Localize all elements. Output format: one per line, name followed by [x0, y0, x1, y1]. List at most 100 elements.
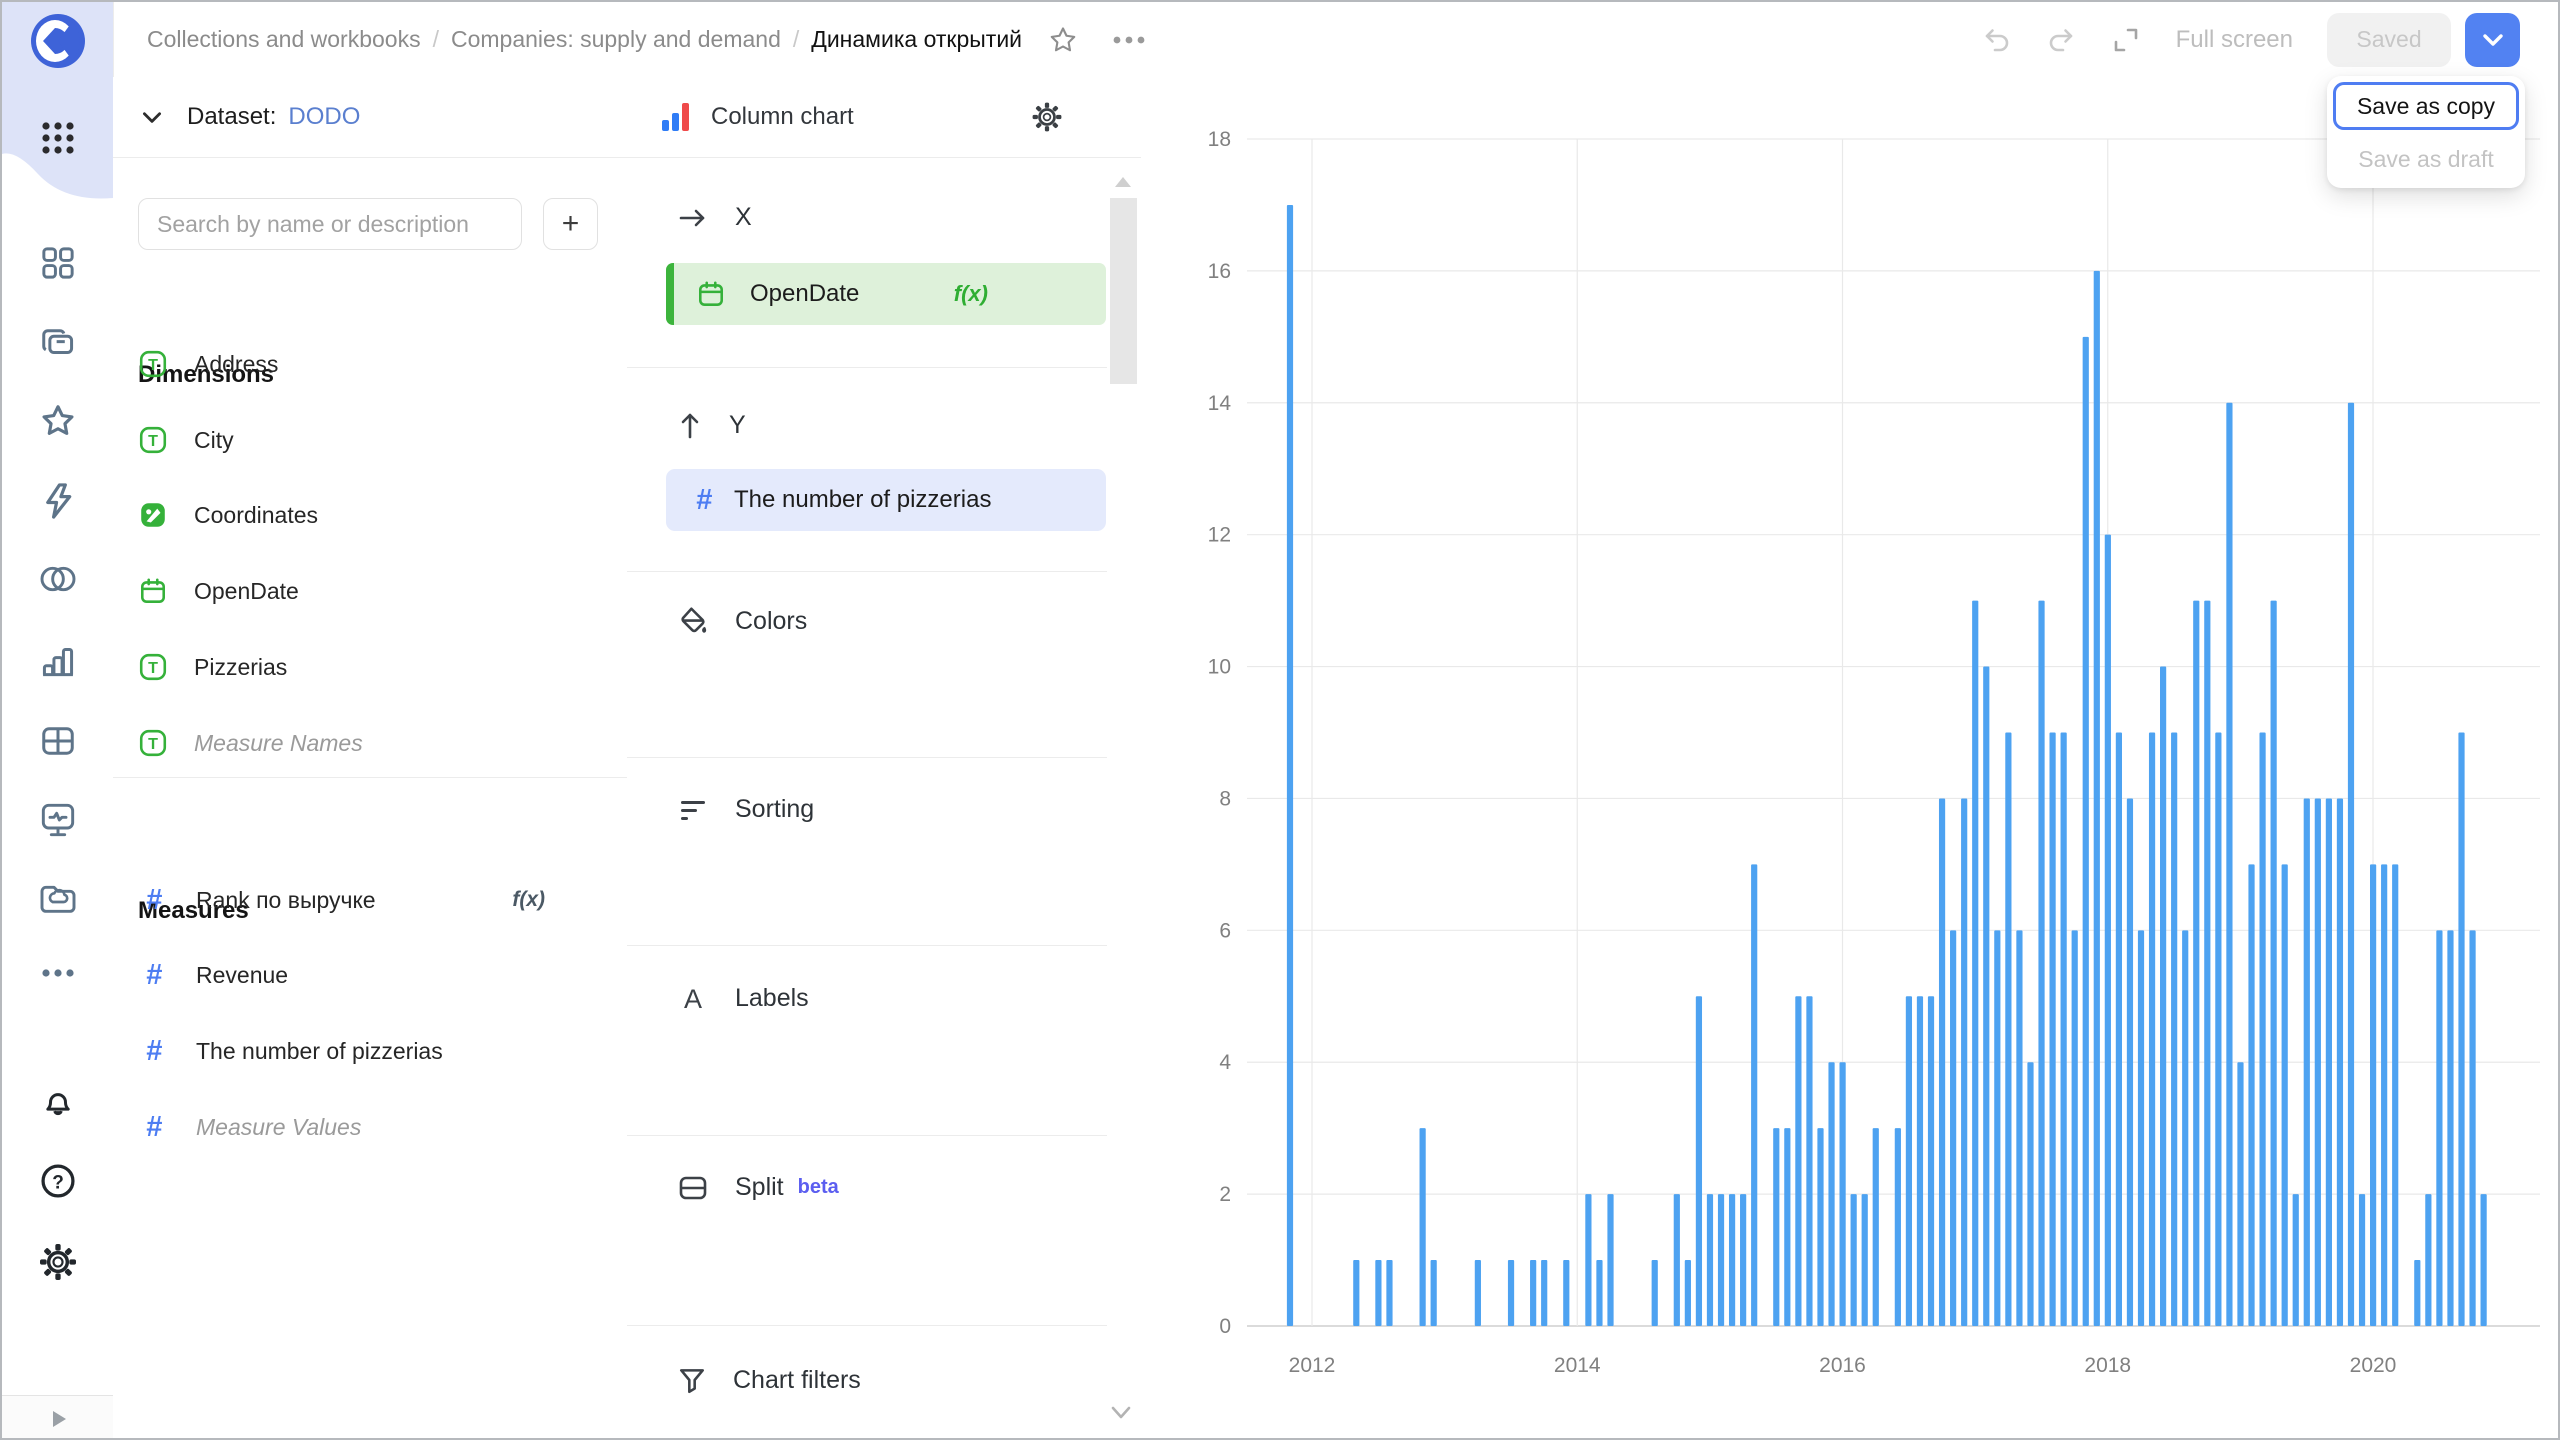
fullscreen-icon[interactable] [2110, 24, 2142, 56]
arrow-up-icon [677, 409, 703, 441]
labels-icon: A [677, 983, 709, 1013]
svg-text:2014: 2014 [1554, 1354, 1601, 1377]
left-rail: ? [2, 2, 114, 1440]
dataset-label: Dataset: [187, 103, 276, 131]
chart-filters-section[interactable]: Chart filters [677, 1365, 861, 1395]
svg-text:16: 16 [1208, 260, 1231, 283]
svg-text:T: T [148, 432, 158, 450]
services-grid-icon[interactable] [2, 120, 113, 156]
breadcrumb-current-chart: Динамика открытий [811, 26, 1022, 53]
dimension-row-3[interactable]: Coordinates [138, 490, 607, 540]
number-field-icon: # [138, 959, 170, 992]
scroll-up-arrow-icon[interactable] [1113, 175, 1133, 189]
colors-label: Colors [735, 607, 807, 636]
nav-dashboards-icon[interactable] [2, 245, 113, 281]
nav-storage-icon[interactable] [2, 880, 113, 916]
field-label: The number of pizzerias [196, 1038, 443, 1065]
sorting-icon [677, 796, 709, 824]
colors-section[interactable]: Colors [677, 605, 807, 637]
settings-gear-icon[interactable] [2, 1242, 113, 1282]
chart-config-panel: Column chart [627, 77, 1142, 1438]
field-label: Address [194, 351, 278, 378]
dataset-panel: Dataset: DODO + Dimensions TAddress TCit… [113, 77, 628, 1438]
dimension-row-1[interactable]: T Address [138, 339, 607, 389]
y-field-name: The number of pizzerias [734, 486, 991, 514]
paint-bucket-icon [677, 605, 709, 637]
svg-text:2020: 2020 [2350, 1354, 2397, 1377]
nav-connections-icon[interactable] [2, 482, 113, 520]
undo-icon[interactable] [1982, 25, 2012, 55]
pill-accent [666, 263, 674, 325]
svg-text:8: 8 [1219, 787, 1231, 810]
column-chart-plot: 02468101214161820122014201620182020 [1141, 77, 2560, 1440]
labels-section[interactable]: A Labels [677, 983, 809, 1013]
svg-text:2012: 2012 [1289, 1354, 1336, 1377]
menu-item-save-as-draft[interactable]: Save as draft [2333, 138, 2519, 180]
breadcrumb-collections[interactable]: Collections and workbooks [147, 26, 421, 53]
dimension-row-5[interactable]: TPizzerias [138, 642, 607, 692]
more-actions-icon[interactable] [1112, 35, 1146, 45]
menu-item-save-as-copy[interactable]: Save as copy [2333, 82, 2519, 130]
calendar-icon [696, 279, 726, 309]
chevron-down-icon [139, 104, 165, 130]
section-divider [627, 1135, 1107, 1136]
breadcrumb-workbook[interactable]: Companies: supply and demand [451, 26, 781, 53]
fullscreen-label[interactable]: Full screen [2176, 26, 2293, 54]
save-menu: Save as copy Save as draft [2327, 76, 2525, 188]
redo-icon[interactable] [2046, 25, 2076, 55]
measure-row-3[interactable]: #The number of pizzerias [138, 1026, 607, 1076]
nav-more-icon[interactable] [2, 968, 113, 978]
measure-row-1[interactable]: #Rank по выручкеf(x) [138, 875, 607, 925]
save-options-button[interactable] [2465, 13, 2520, 67]
svg-text:2: 2 [1219, 1183, 1231, 1206]
chart-canvas[interactable]: 02468101214161820122014201620182020 [1141, 77, 2560, 1440]
nav-favorites-icon[interactable] [2, 402, 113, 440]
expand-rail-play-icon [47, 1408, 69, 1430]
add-field-button[interactable]: + [543, 198, 598, 250]
measure-row-2[interactable]: # Revenue [138, 950, 607, 1000]
dimension-row-2[interactable]: TCity [138, 415, 607, 465]
field-label: Revenue [196, 962, 288, 989]
dataset-header[interactable]: Dataset: DODO [113, 77, 627, 158]
nav-workbooks-icon[interactable] [2, 324, 113, 362]
nav-datasets-icon[interactable] [2, 562, 113, 596]
scroll-down-chevron-icon[interactable] [1109, 1405, 1133, 1421]
svg-text:10: 10 [1208, 656, 1231, 679]
x-field-pill-opendate[interactable]: OpenDate f(x) [666, 263, 1106, 325]
number-field-icon: # [688, 484, 720, 517]
x-section-header: X [677, 203, 752, 232]
chart-type-selector[interactable]: Column chart [627, 77, 1141, 158]
formula-fx-badge: f(x) [954, 281, 988, 307]
nav-monitoring-icon[interactable] [2, 800, 113, 840]
svg-text:T: T [148, 735, 158, 753]
config-scrollbar-thumb[interactable] [1110, 198, 1137, 384]
chevron-down-icon [2481, 32, 2505, 48]
nav-charts-icon[interactable] [2, 642, 113, 680]
dataset-name-link[interactable]: DODO [288, 103, 360, 131]
split-section[interactable]: Split beta [677, 1173, 839, 1202]
measure-row-4[interactable]: #Measure Values [138, 1102, 607, 1152]
svg-text:0: 0 [1219, 1315, 1231, 1338]
y-field-pill-number-of-pizzerias[interactable]: # The number of pizzerias [666, 469, 1106, 531]
beta-badge: beta [798, 1176, 839, 1199]
chart-settings-gear-icon[interactable] [1031, 101, 1063, 133]
dimension-row-4[interactable]: OpenDate [138, 566, 607, 616]
notifications-bell-icon[interactable] [2, 1082, 113, 1120]
text-field-icon: T [138, 425, 168, 455]
text-field-icon: T [138, 349, 168, 379]
nav-tables-icon[interactable] [2, 722, 113, 760]
sorting-label: Sorting [735, 795, 814, 824]
y-section-header: Y [677, 409, 746, 441]
labels-label: Labels [735, 984, 809, 1013]
field-search-input[interactable] [138, 198, 522, 250]
help-icon[interactable]: ? [2, 1162, 113, 1200]
breadcrumb: Collections and workbooks / Companies: s… [147, 2, 1146, 77]
saved-button[interactable]: Saved [2327, 13, 2451, 67]
datalens-logo[interactable] [2, 12, 113, 70]
sorting-section[interactable]: Sorting [677, 795, 814, 824]
dimension-row-6[interactable]: TMeasure Names [138, 718, 607, 768]
favorite-star-icon[interactable] [1048, 25, 1078, 55]
svg-text:18: 18 [1208, 128, 1231, 151]
rail-expand-strip[interactable] [2, 1395, 113, 1440]
topbar-actions: Full screen Saved [1982, 2, 2520, 77]
